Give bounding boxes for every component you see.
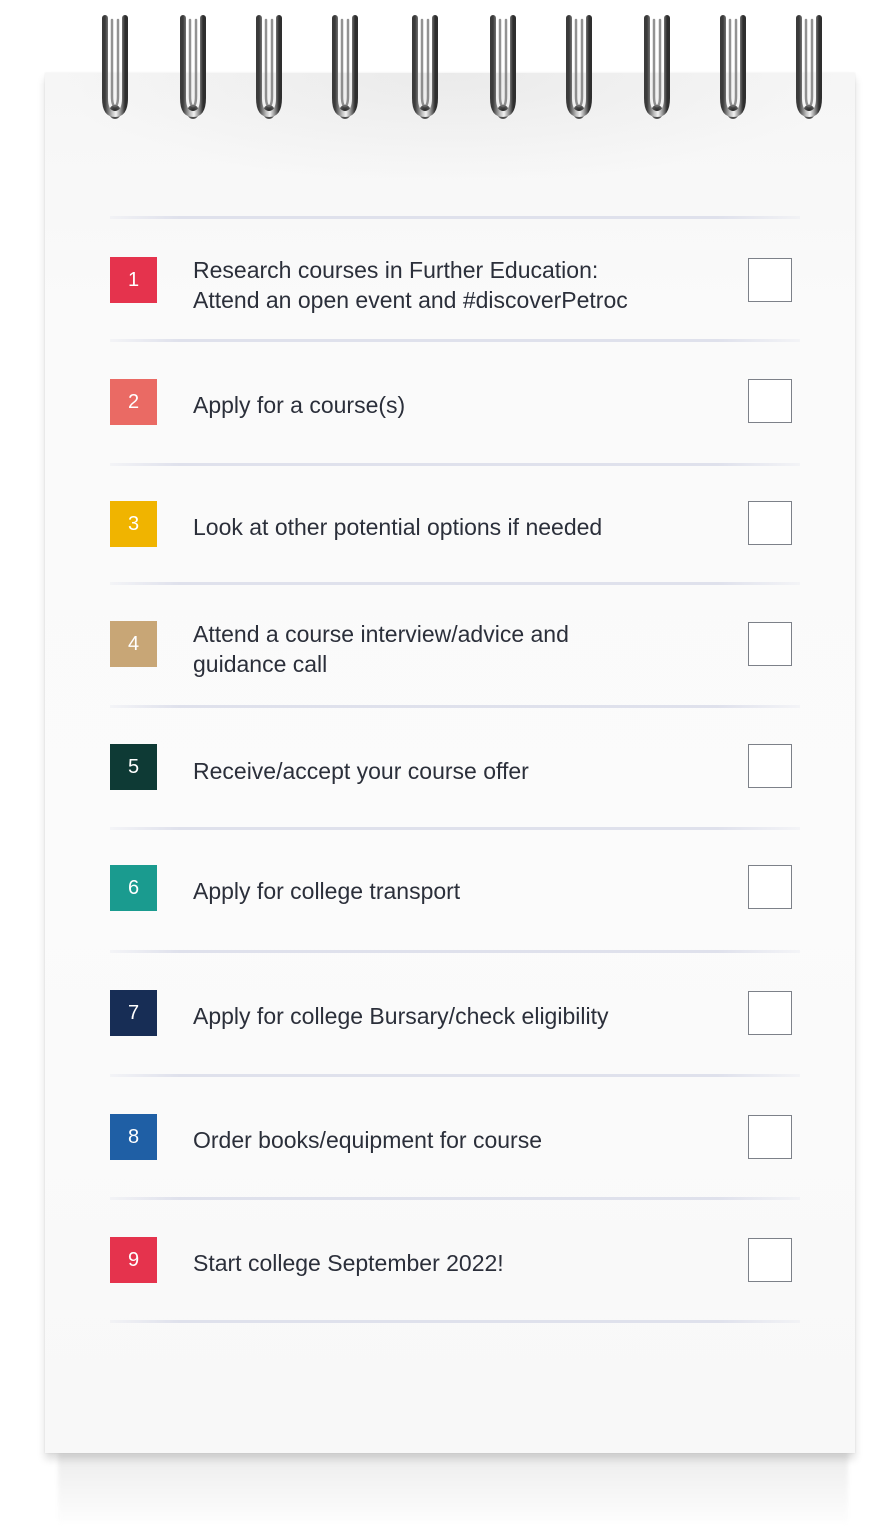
step-number-badge: 6	[110, 865, 157, 911]
ruled-line	[110, 582, 800, 585]
task-label: Apply for college transport	[193, 878, 461, 904]
task-checkbox[interactable]	[748, 865, 792, 909]
task-label: Start college September 2022!	[193, 1250, 504, 1276]
ruled-line	[110, 463, 800, 466]
spiral-ring-icon	[100, 14, 130, 122]
task-checkbox[interactable]	[748, 379, 792, 423]
task-checkbox[interactable]	[748, 501, 792, 545]
task-label: Apply for college Bursary/check eligibil…	[193, 1003, 609, 1029]
spiral-ring-icon	[410, 14, 440, 122]
ruled-line	[110, 1074, 800, 1077]
task-label: Research courses in Further Education: A…	[193, 257, 628, 313]
ruled-line	[110, 950, 800, 953]
task-checkbox[interactable]	[748, 1115, 792, 1159]
spiral-ring-icon	[642, 14, 672, 122]
step-number-badge: 5	[110, 744, 157, 790]
notepad-stage: 1 Research courses in Further Education:…	[0, 0, 882, 1537]
spiral-ring-icon	[564, 14, 594, 122]
step-number-badge: 1	[110, 257, 157, 303]
task-label: Apply for a course(s)	[193, 392, 406, 418]
ruled-line	[110, 1320, 800, 1323]
step-number-badge: 8	[110, 1114, 157, 1160]
task-checkbox[interactable]	[748, 622, 792, 666]
task-checkbox[interactable]	[748, 744, 792, 788]
ruled-line	[110, 1197, 800, 1200]
step-number-badge: 4	[110, 621, 157, 667]
ruled-line	[110, 216, 800, 219]
ruled-line	[110, 827, 800, 830]
spiral-ring-icon	[178, 14, 208, 122]
task-label: Receive/accept your course offer	[193, 758, 529, 784]
task-label: Attend a course interview/advice and gui…	[193, 621, 569, 677]
task-checkbox[interactable]	[748, 258, 792, 302]
task-checkbox[interactable]	[748, 991, 792, 1035]
task-label: Look at other potential options if neede…	[193, 514, 603, 540]
ruled-line	[110, 705, 800, 708]
step-number-badge: 2	[110, 379, 157, 425]
step-number-badge: 7	[110, 990, 157, 1036]
spiral-ring-icon	[330, 14, 360, 122]
step-number-badge: 9	[110, 1237, 157, 1283]
ruled-line	[110, 339, 800, 342]
spiral-ring-icon	[794, 14, 824, 122]
page-shadow	[58, 1452, 848, 1522]
step-number-badge: 3	[110, 501, 157, 547]
task-label: Order books/equipment for course	[193, 1127, 543, 1153]
spiral-ring-icon	[488, 14, 518, 122]
task-checkbox[interactable]	[748, 1238, 792, 1282]
spiral-ring-icon	[718, 14, 748, 122]
spiral-ring-icon	[254, 14, 284, 122]
